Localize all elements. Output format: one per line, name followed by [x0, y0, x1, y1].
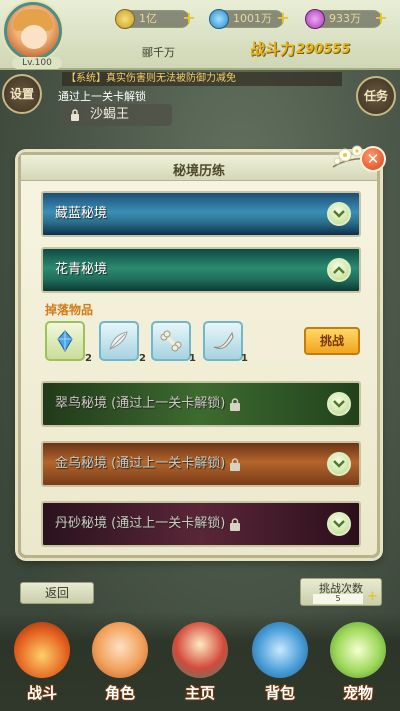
- nav-label: 主页: [184, 684, 215, 702]
- stage-row-indigo[interactable]: 藏蓝秘境: [41, 191, 361, 237]
- add-attempts-button[interactable]: +: [367, 590, 379, 603]
- nav-character[interactable]: 角色: [84, 618, 156, 710]
- lock-icon: [230, 458, 240, 471]
- pagoda-icon: [172, 622, 228, 678]
- attempts-value: 5: [313, 594, 363, 604]
- bottom-navigation: 战斗 角色 主页 背包 宠物: [0, 612, 400, 711]
- close-dialog-button[interactable]: ✕: [360, 146, 386, 172]
- gem-counter: 1001万 +: [209, 9, 290, 29]
- stage-name: 花青秘境: [55, 262, 108, 277]
- combat-power-label: 战斗力: [250, 40, 296, 58]
- nav-label: 宠物: [342, 684, 373, 702]
- expand-chevron-icon[interactable]: [327, 392, 351, 416]
- top-status-bar: Lv.100 1亿 + 1001万 + 933万 + 郦千万 战斗力 29055…: [0, 0, 400, 70]
- gold-value: 1亿: [139, 12, 157, 25]
- horn-icon: [213, 331, 234, 349]
- orb-value: 933万: [329, 12, 361, 25]
- add-gems-button[interactable]: +: [275, 10, 291, 26]
- nav-label: 角色: [104, 684, 135, 702]
- drop-item-bone[interactable]: [151, 321, 191, 361]
- feather-icon: [109, 331, 128, 350]
- stage-name: 金乌秘境 (通过上一关卡解锁): [55, 456, 226, 471]
- nav-label: 背包: [264, 684, 295, 702]
- player-name: 郦千万: [142, 46, 175, 59]
- nav-inventory[interactable]: 背包: [244, 618, 316, 710]
- dialog-title: 秘境历练: [172, 164, 225, 179]
- player-avatar[interactable]: [4, 2, 62, 60]
- stage-name: 翠鸟秘境 (通过上一关卡解锁): [55, 396, 226, 411]
- orb-counter: 933万 +: [305, 9, 388, 29]
- drop-item-horn[interactable]: [203, 321, 243, 361]
- crystal-icon: [57, 330, 73, 352]
- collapse-chevron-icon[interactable]: [327, 258, 351, 282]
- drop-count: 2: [139, 353, 146, 364]
- settings-button[interactable]: 设置: [2, 74, 42, 114]
- nav-home[interactable]: 主页: [164, 618, 236, 710]
- stage-row-cinnabar[interactable]: 丹砂秘境 (通过上一关卡解锁): [41, 501, 361, 547]
- lock-icon: [71, 109, 79, 121]
- stage-row-golden-crow[interactable]: 金乌秘境 (通过上一关卡解锁): [41, 441, 361, 487]
- boss-name: 沙蝎王: [90, 107, 130, 122]
- pet-creature-icon: [330, 622, 386, 678]
- drop-item-feather[interactable]: [99, 321, 139, 361]
- boss-nameplate: 沙蝎王: [62, 104, 172, 126]
- bone-icon: [160, 330, 182, 352]
- back-button[interactable]: 返回: [20, 582, 94, 604]
- avatar-face: [21, 25, 47, 49]
- dialog-title-bar: 秘境历练: [21, 155, 377, 181]
- drop-item-crystal[interactable]: [45, 321, 85, 361]
- stage-name: 藏蓝秘境: [55, 206, 108, 221]
- combat-power-value: 290555: [296, 42, 351, 57]
- expand-chevron-icon[interactable]: [327, 512, 351, 536]
- challenge-attempts: 挑战次数 5 +: [300, 578, 382, 606]
- add-gold-button[interactable]: +: [181, 10, 197, 26]
- gold-coin-icon: [115, 9, 135, 29]
- stage-row-jade[interactable]: 翠鸟秘境 (通过上一关卡解锁): [41, 381, 361, 427]
- gem-value: 1001万: [233, 12, 272, 25]
- nav-battle[interactable]: 战斗: [6, 618, 78, 710]
- gold-counter: 1亿 +: [115, 9, 196, 29]
- lock-icon: [230, 398, 240, 411]
- expand-chevron-icon[interactable]: [327, 452, 351, 476]
- character-portrait-icon: [92, 622, 148, 678]
- lock-icon: [230, 518, 240, 531]
- diamond-icon: [209, 9, 229, 29]
- unlock-hint: 通过上一关卡解锁: [58, 90, 146, 103]
- nav-pet[interactable]: 宠物: [322, 618, 394, 710]
- drop-count: 2: [85, 353, 92, 364]
- drop-count: 1: [189, 353, 196, 364]
- stage-row-cyan[interactable]: 花青秘境: [41, 247, 361, 293]
- add-orbs-button[interactable]: +: [373, 10, 389, 26]
- system-marquee: 【系统】真实伤害则无法被防御力减免: [62, 72, 342, 86]
- task-label: 任务: [363, 89, 388, 103]
- drop-count: 1: [241, 353, 248, 364]
- expand-chevron-icon[interactable]: [327, 202, 351, 226]
- challenge-button[interactable]: 挑战: [304, 327, 360, 355]
- nav-label: 战斗: [26, 684, 57, 702]
- player-level: Lv.100: [12, 57, 62, 69]
- secret-realm-dialog: 秘境历练 ✕ 藏蓝秘境 花青秘境 掉落物品 2 2 1 1 挑战 翠鸟秘境 (通…: [18, 145, 386, 558]
- stage-name: 丹砂秘境 (通过上一关卡解锁): [55, 516, 226, 531]
- pouch-icon: [252, 622, 308, 678]
- drops-heading: 掉落物品: [45, 303, 94, 317]
- settings-label: 设置: [9, 87, 34, 101]
- task-button[interactable]: 任务: [356, 76, 396, 116]
- crossed-swords-icon: [14, 622, 70, 678]
- spiral-orb-icon: [305, 9, 325, 29]
